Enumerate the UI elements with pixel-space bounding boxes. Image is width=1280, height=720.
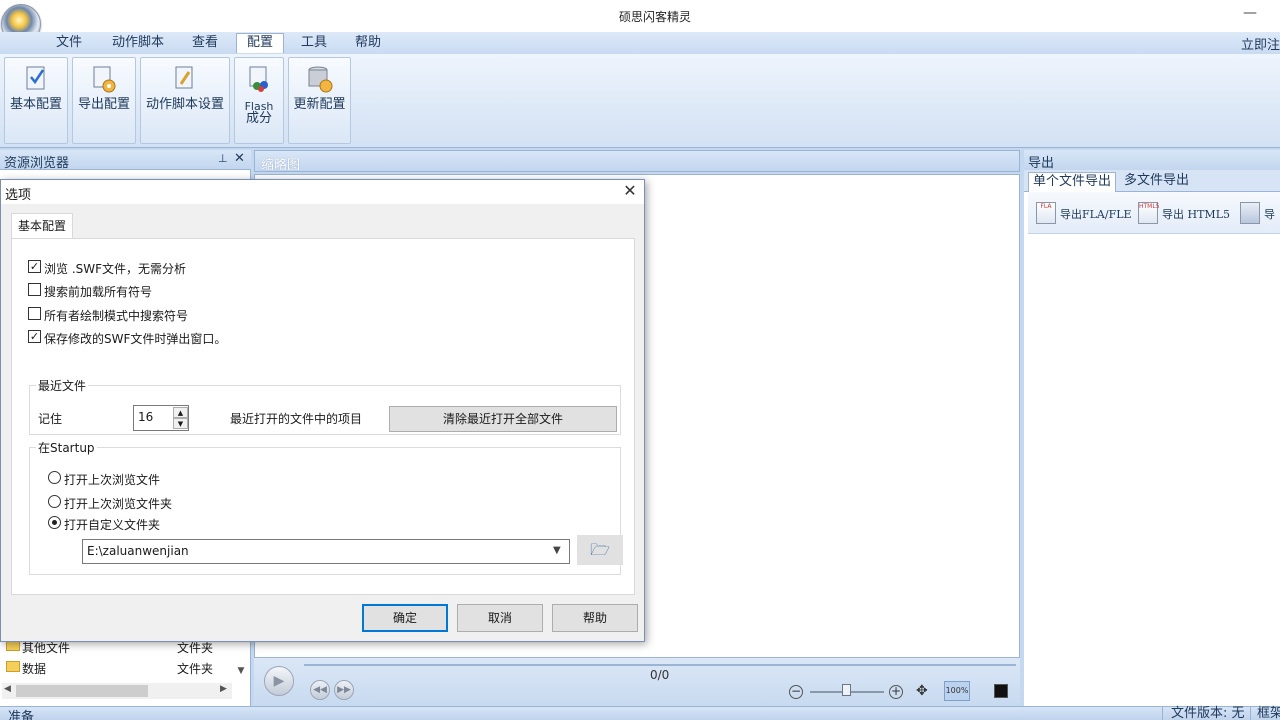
export-header: 导出 — [1024, 150, 1280, 171]
export-html5-icon: HTML5 — [1138, 202, 1160, 224]
startup-group: 在Startup 打开上次浏览文件 打开上次浏览文件夹 打开自定义文件夹 E:\… — [29, 439, 623, 575]
zoom-out-button[interactable]: − — [789, 685, 803, 699]
menu-config[interactable]: 配置 — [236, 33, 284, 53]
menu-file[interactable]: 文件 — [50, 34, 88, 54]
rewind-button[interactable]: ◀◀ — [310, 680, 330, 700]
custom-folder-combo[interactable]: E:\zaluanwenjian ▼ — [82, 539, 570, 564]
app-title: 硕思闪客精灵 — [618, 10, 691, 24]
scroll-right-icon[interactable]: ▶ — [220, 684, 227, 694]
remember-label: 记住 — [38, 412, 63, 426]
tab-multi-file-export[interactable]: 多文件导出 — [1120, 172, 1193, 192]
minimize-button[interactable]: — — [1242, 6, 1258, 22]
zoom-slider-thumb[interactable] — [842, 684, 851, 696]
cancel-button[interactable]: 取消 — [457, 604, 543, 632]
menu-bar: 文件 动作脚本 查看 配置 工具 帮助 立即注 — [0, 32, 1280, 54]
tab-basic-config[interactable]: 基本配置 — [11, 213, 73, 239]
basic-config-icon — [26, 66, 45, 90]
scroll-left-icon[interactable]: ◀ — [4, 684, 11, 694]
radio-selected-icon — [48, 516, 61, 529]
dialog-title: 选项 — [5, 188, 32, 203]
checkbox-checked-icon: ✓ — [28, 260, 41, 273]
resource-browser-title: 资源浏览器 — [4, 156, 70, 171]
close-icon[interactable]: ✕ — [234, 151, 245, 166]
options-dialog: 选项 ✕ 基本配置 ✓ 浏览 .SWF文件，无需分析 搜索前加载所有符号 所有者… — [0, 179, 645, 642]
tab-single-file-export[interactable]: 单个文件导出 — [1028, 172, 1117, 192]
flash-component-button[interactable]: Flash 成分 — [234, 57, 284, 144]
export-other-icon — [1240, 202, 1260, 224]
recent-count-spinner[interactable]: 16 ▲ ▼ — [133, 405, 189, 431]
folder-icon — [6, 661, 20, 672]
update-config-icon — [308, 66, 332, 93]
status-frame: 框架 — [1250, 707, 1280, 720]
horizontal-scrollbar[interactable]: ◀ ▶ — [2, 683, 232, 699]
actionscript-settings-button[interactable]: 动作脚本设置 — [140, 57, 230, 144]
status-ready: 准备 — [8, 710, 35, 720]
player-controls: ▶ ◀◀ ▶▶ 0/0 − + ✥ 100% — [254, 658, 1020, 706]
basic-config-page: ✓ 浏览 .SWF文件，无需分析 搜索前加载所有符号 所有者绘制模式中搜索符号 … — [11, 238, 635, 595]
zoom-in-button[interactable]: + — [889, 685, 903, 699]
basic-config-button[interactable]: 基本配置 — [4, 57, 68, 144]
scroll-thumb[interactable] — [16, 685, 148, 697]
flash-component-icon — [249, 66, 268, 92]
export-html5-button[interactable]: HTML5 导出 HTML5 — [1138, 200, 1238, 226]
forward-button[interactable]: ▶▶ — [334, 680, 354, 700]
recent-files-group: 最近文件 记住 16 ▲ ▼ 最近打开的文件中的项目 清除最近打开全部文件 — [29, 377, 621, 435]
actionscript-settings-icon — [175, 66, 193, 89]
seek-bar[interactable] — [304, 664, 1016, 666]
status-bar: 准备 文件版本: 无 框架 — [0, 706, 1280, 720]
export-fla-icon: FLA — [1036, 202, 1056, 224]
register-now-link[interactable]: 立即注 — [1241, 34, 1280, 53]
spin-up-icon[interactable]: ▲ — [173, 407, 188, 418]
background-color-icon[interactable] — [994, 684, 1008, 698]
dialog-title-bar: 选项 ✕ — [1, 180, 644, 204]
thumbnail-header: 缩略图 — [254, 150, 1020, 173]
update-config-button[interactable]: 更新配置 — [288, 57, 351, 144]
fit-to-window-icon[interactable]: ✥ — [916, 683, 938, 701]
browse-folder-button[interactable]: 🗁 — [577, 535, 623, 565]
open-folder-icon: 🗁 — [590, 540, 610, 559]
list-item[interactable]: 数据 文件夹 — [4, 657, 234, 677]
export-tabs: 单个文件导出 多文件导出 — [1024, 170, 1280, 192]
ok-button[interactable]: 确定 — [362, 604, 448, 632]
help-button[interactable]: 帮助 — [552, 604, 638, 632]
menu-tools[interactable]: 工具 — [295, 34, 333, 54]
thumbnail-title: 缩略图 — [261, 158, 301, 173]
menu-view[interactable]: 查看 — [186, 34, 224, 54]
export-config-icon — [93, 66, 116, 93]
menu-actionscript[interactable]: 动作脚本 — [106, 34, 170, 54]
dialog-close-icon[interactable]: ✕ — [621, 182, 639, 200]
pin-icon[interactable]: ⊥ — [218, 152, 228, 165]
menu-help[interactable]: 帮助 — [349, 34, 387, 54]
scroll-down-icon[interactable]: ▼ — [234, 666, 248, 680]
export-other-button[interactable]: 导 — [1240, 200, 1280, 226]
chevron-down-icon[interactable]: ▼ — [553, 545, 561, 556]
title-bar: 硕思闪客精灵 — — [0, 0, 1280, 32]
recent-items-label: 最近打开的文件中的项目 — [230, 412, 363, 426]
frame-counter: 0/0 — [650, 668, 670, 682]
export-pane: 导出 单个文件导出 多文件导出 FLA 导出FLA/FLE HTML5 导出 H… — [1024, 150, 1280, 706]
checkbox-checked-icon: ✓ — [28, 330, 41, 343]
play-button[interactable]: ▶ — [264, 666, 294, 696]
spin-down-icon[interactable]: ▼ — [173, 418, 188, 429]
export-toolbar: FLA 导出FLA/FLE HTML5 导出 HTML5 导 — [1028, 192, 1280, 234]
status-file-version: 文件版本: 无 — [1162, 707, 1250, 720]
zoom-100-button[interactable]: 100% — [944, 681, 970, 701]
export-config-button[interactable]: 导出配置 — [72, 57, 136, 144]
resource-browser-header: 资源浏览器 ⊥ ✕ — [0, 150, 251, 171]
clear-recent-button[interactable]: 清除最近打开全部文件 — [389, 406, 617, 432]
export-title: 导出 — [1028, 156, 1055, 171]
ribbon: 基本配置 导出配置 动作脚本设置 Flash 成分 更新配置 — [0, 54, 1280, 148]
export-fla-button[interactable]: FLA 导出FLA/FLE — [1036, 200, 1136, 226]
